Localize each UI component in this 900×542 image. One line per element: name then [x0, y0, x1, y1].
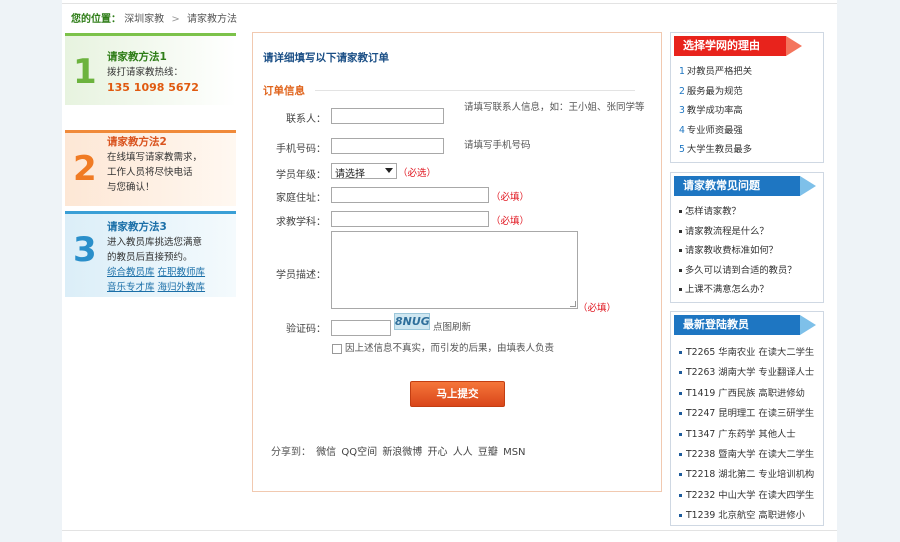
tutor-link[interactable]: T2265 华南农业 在读大二学生	[679, 343, 823, 363]
method-card-2[interactable]: 2 请家教方法2 在线填写请家教需求， 工作人员将尽快电话 与您确认！	[65, 130, 236, 206]
section-title: 订单信息	[263, 85, 305, 97]
method-number: 2	[73, 149, 97, 189]
tutor-link[interactable]: T1347 广东药学 其他人士	[679, 425, 823, 445]
tutor-link[interactable]: T2232 中山大学 在读大四学生	[679, 486, 823, 506]
method-text: 在线填写请家教需求，	[107, 152, 203, 163]
breadcrumb-current: 请家教方法	[186, 14, 237, 25]
form-heading: 请详细填写以下请家教订单	[263, 52, 389, 64]
subject-input[interactable]	[331, 211, 489, 227]
agree-checkbox[interactable]	[332, 344, 342, 354]
phone-label: 手机号码：	[276, 144, 326, 155]
subject-label: 求教学科：	[276, 217, 326, 228]
submit-button[interactable]: 马上提交	[410, 381, 505, 407]
method-card-3: 3 请家教方法3 进入教员库挑选您满意 的教员后直接预约。 综合教员库 在职教师…	[65, 211, 236, 297]
faq-link[interactable]: 怎样请家教？	[679, 202, 823, 222]
list-item: 1 对教员严格把关	[679, 66, 753, 77]
link-inservice-teachers[interactable]: 在职教师库	[158, 267, 206, 278]
breadcrumb: 您的位置： 深圳家教 > 请家教方法	[71, 10, 237, 25]
captcha-image[interactable]: 8NUG	[394, 313, 430, 330]
description-label: 学员描述：	[276, 270, 326, 281]
description-required: （必填）	[578, 303, 617, 314]
breadcrumb-label: 您的位置：	[71, 14, 121, 25]
captcha-refresh-hint: 点图刷新	[433, 322, 472, 333]
list-item: 3 教学成功率高	[679, 105, 743, 116]
link-general-tutors[interactable]: 综合教员库	[107, 267, 155, 278]
reasons-box: 选择学网的理由 1 对教员严格把关 2 服务最为规范 3 教学成功率高 4 专业师资最强…	[670, 32, 824, 163]
breadcrumb-home-link[interactable]: 深圳家教	[124, 14, 164, 25]
reasons-title: 选择学网的理由	[674, 36, 802, 56]
share-wechat[interactable]: 微信	[316, 447, 336, 458]
method-card-1: 1 请家教方法1 拨打请家教热线： 135 1098 5672	[65, 33, 236, 105]
latest-tutors-title: 最新登陆教员	[674, 315, 816, 335]
faq-link[interactable]: 上课不满意怎么办？	[679, 280, 823, 300]
tutor-link[interactable]: T2247 昆明理工 在读三研学生	[679, 404, 823, 424]
faq-link[interactable]: 请家教收费标准如何？	[679, 241, 823, 261]
share-msn[interactable]: MSN	[503, 447, 525, 458]
address-input[interactable]	[331, 187, 489, 203]
list-item: 2 服务最为规范	[679, 85, 743, 97]
contact-input[interactable]	[331, 108, 444, 124]
phone-input[interactable]	[331, 138, 444, 154]
method-number: 3	[73, 230, 97, 270]
contact-label: 联系人：	[286, 114, 326, 125]
method-text: 进入教员库挑选您满意	[107, 237, 203, 248]
breadcrumb-separator: >	[171, 14, 180, 25]
captcha-label: 验证码：	[286, 324, 326, 335]
faq-title: 请家教常见问题	[674, 176, 816, 196]
faq-link[interactable]: 请家教流程是什么？	[679, 222, 823, 242]
method-title: 请家教方法3	[107, 221, 167, 233]
list-item: 5 大学生教员最多	[679, 144, 753, 155]
tutor-link[interactable]: T2263 湖南大学 专业翻译人士	[679, 363, 823, 383]
contact-hint: 请填写联系人信息，如：王小姐、张同学等	[464, 102, 645, 113]
page-bottom-edge	[62, 530, 837, 542]
method-text: 工作人员将尽快电话	[107, 167, 193, 178]
tutor-link[interactable]: T1239 北京航空 高职进修小	[679, 506, 823, 526]
share-douban[interactable]: 豆瓣	[478, 447, 498, 458]
grade-select[interactable]: 请选择	[331, 163, 397, 180]
subject-required: （必填）	[491, 216, 530, 227]
tutor-link[interactable]: T2218 湖北第二 专业培训机构	[679, 465, 823, 485]
latest-tutors-box: 最新登陆教员 T2265 华南农业 在读大二学生 T2263 湖南大学 专业翻译…	[670, 311, 824, 526]
phone-hint: 请填写手机号码	[464, 140, 531, 151]
top-divider	[62, 0, 837, 4]
link-foreign-tutors[interactable]: 海归外教库	[158, 282, 206, 293]
share-kaixin[interactable]: 开心	[428, 447, 448, 458]
hotline-number: 135 1098 5672	[107, 81, 199, 94]
section-divider	[315, 90, 635, 91]
faq-link[interactable]: 多久可以请到合适的教员？	[679, 261, 823, 281]
captcha-input[interactable]	[331, 320, 391, 336]
grade-required: （必选）	[398, 168, 437, 179]
tutor-link[interactable]: T1419 广西民族 高职进修幼	[679, 384, 823, 404]
list-item: 4 专业师资最强	[679, 124, 743, 136]
faq-box: 请家教常见问题 怎样请家教？ 请家教流程是什么？ 请家教收费标准如何？ 多久可以…	[670, 172, 824, 303]
share-weibo[interactable]: 新浪微博	[382, 447, 422, 458]
grade-label: 学员年级：	[276, 170, 326, 181]
method-title: 请家教方法2	[107, 136, 167, 148]
share-renren[interactable]: 人人	[453, 447, 473, 458]
method-number: 1	[73, 52, 97, 92]
method-text: 与您确认！	[107, 182, 155, 193]
method-text: 的教员后直接预约。	[107, 252, 193, 263]
share-bar: 分享到： 微信 QQ空间 新浪微博 开心 人人 豆瓣 MSN	[271, 443, 528, 458]
address-label: 家庭住址：	[276, 193, 326, 204]
agree-text: 因上述信息不真实，而引发的后果，由填表人负责	[345, 343, 555, 354]
chevron-down-icon	[385, 168, 393, 173]
tutor-link[interactable]: T2238 暨南大学 在读大二学生	[679, 445, 823, 465]
resize-handle-icon[interactable]	[570, 301, 576, 307]
link-music-tutors[interactable]: 音乐专才库	[107, 282, 155, 293]
share-qzone[interactable]: QQ空间	[341, 447, 377, 458]
share-label: 分享到：	[271, 447, 311, 458]
grade-select-value: 请选择	[335, 169, 365, 180]
method-text: 拨打请家教热线：	[107, 67, 184, 78]
description-textarea[interactable]	[331, 231, 578, 309]
method-title: 请家教方法1	[107, 51, 167, 63]
address-required: （必填）	[491, 192, 530, 203]
